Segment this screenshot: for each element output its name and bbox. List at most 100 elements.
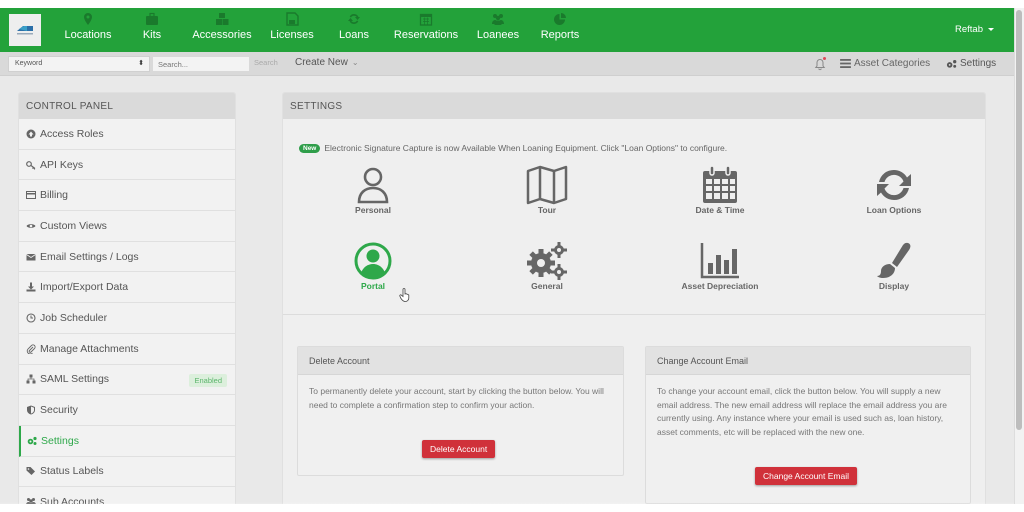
nav-label: Locations: [64, 29, 112, 41]
sidebar-item-label: Email Settings / Logs: [40, 250, 139, 263]
sidebar-item-email-settings[interactable]: Email Settings / Logs: [19, 241, 235, 273]
paperclip-icon: [26, 344, 36, 354]
tile-tour[interactable]: Tour: [467, 165, 627, 215]
tile-label: Loan Options: [866, 205, 922, 215]
sidebar-item-job-scheduler[interactable]: Job Scheduler: [19, 303, 235, 334]
nav-kits[interactable]: Kits: [140, 12, 164, 48]
settings-panel: SETTINGS New Electronic Signature Captur…: [282, 92, 986, 504]
sidebar-item-label: Custom Views: [40, 219, 107, 232]
nav-loans[interactable]: Loans: [338, 12, 370, 48]
map-marker-icon: [81, 12, 95, 26]
caret-down-icon: [988, 28, 994, 31]
announcement: New Electronic Signature Capture is now …: [299, 143, 727, 153]
create-new-dropdown[interactable]: Create New ⌄: [295, 57, 359, 68]
card-body: To permanently delete your account, star…: [309, 386, 604, 410]
toolbar: Keyword ⬍ Search Create New ⌄ Asset Cate…: [0, 52, 1014, 76]
sidebar-item-api-keys[interactable]: API Keys: [19, 149, 235, 181]
sidebar-item-status-labels[interactable]: Status Labels: [19, 456, 235, 488]
delete-account-card: Delete Account To permanently delete you…: [297, 346, 624, 476]
announcement-text: Electronic Signature Capture is now Avai…: [324, 143, 728, 153]
logo[interactable]: [9, 14, 41, 46]
cogs-icon: [946, 59, 957, 68]
tile-date-time[interactable]: Date & Time: [640, 165, 800, 215]
sidebar-item-label: Job Scheduler: [40, 311, 108, 324]
search-input[interactable]: [152, 56, 250, 72]
sidebar-item-billing[interactable]: Billing: [19, 180, 235, 212]
notifications-button[interactable]: [814, 57, 826, 71]
refresh-icon: [872, 165, 916, 205]
settings-title: SETTINGS: [283, 93, 985, 119]
calendar-icon: [698, 165, 742, 205]
eye-icon: [26, 221, 36, 231]
shield-icon: [26, 405, 36, 415]
nav-loanees[interactable]: Loanees: [476, 12, 520, 48]
logo-icon: [17, 26, 33, 35]
user-menu[interactable]: Reftab: [955, 24, 994, 35]
tile-display[interactable]: Display: [814, 241, 974, 291]
sidebar-item-label: Billing: [40, 189, 69, 202]
sidebar-item-label: SAML Settings: [40, 373, 110, 386]
scrollbar-thumb[interactable]: [1016, 10, 1022, 430]
nav-label: Loanees: [476, 29, 520, 41]
tile-label: Date & Time: [695, 205, 745, 215]
asset-categories-link[interactable]: Asset Categories: [840, 58, 930, 69]
control-panel-sidebar: CONTROL PANEL Access Roles API Keys Bill…: [18, 92, 236, 504]
nav-accessories[interactable]: Accessories: [191, 12, 253, 48]
tile-label: Personal: [355, 205, 391, 215]
tile-label: Asset Depreciation: [681, 281, 759, 291]
tile-personal[interactable]: Personal: [293, 165, 453, 215]
change-account-email-button[interactable]: Change Account Email: [755, 467, 857, 485]
sidebar-item-saml-settings[interactable]: SAML Settings Enabled: [19, 364, 235, 396]
tile-general[interactable]: General: [467, 241, 627, 291]
hand-cursor-icon: [399, 288, 410, 302]
nav-locations[interactable]: Locations: [64, 12, 112, 48]
nav-reports[interactable]: Reports: [540, 12, 580, 48]
sidebar-item-label: Import/Export Data: [40, 281, 129, 294]
cubes-icon: [215, 12, 229, 26]
nav-label: Reports: [540, 29, 580, 41]
sidebar-item-label: Manage Attachments: [40, 342, 139, 355]
tile-label: Portal: [360, 281, 386, 291]
nav-licenses[interactable]: Licenses: [270, 12, 314, 48]
tile-asset-depreciation[interactable]: Asset Depreciation: [640, 241, 800, 291]
tile-label: Display: [878, 281, 910, 291]
key-icon: [26, 160, 36, 170]
settings-link[interactable]: Settings: [946, 58, 996, 69]
search-field-select[interactable]: Keyword ⬍: [8, 56, 150, 72]
sidebar-item-manage-attachments[interactable]: Manage Attachments: [19, 333, 235, 365]
sidebar-item-custom-views[interactable]: Custom Views: [19, 211, 235, 242]
sidebar-item-settings[interactable]: Settings: [19, 425, 235, 457]
download-icon: [26, 282, 36, 292]
notification-dot: [823, 57, 826, 60]
sidebar-item-access-roles[interactable]: Access Roles: [19, 119, 235, 150]
sidebar-item-security[interactable]: Security: [19, 395, 235, 426]
envelope-icon: [26, 252, 36, 262]
clock-icon: [26, 313, 36, 323]
bottom-fade: [0, 502, 1014, 504]
user-icon: [351, 165, 395, 205]
tags-icon: [26, 466, 36, 476]
asset-categories-label: Asset Categories: [854, 58, 931, 69]
section-divider: [283, 314, 985, 315]
delete-account-button[interactable]: Delete Account: [422, 440, 496, 458]
search-button[interactable]: Search: [254, 58, 278, 67]
tile-loan-options[interactable]: Loan Options: [814, 165, 974, 215]
sidebar-item-label: Access Roles: [40, 127, 104, 140]
calendar-icon: [419, 12, 433, 26]
nav-label: Loans: [339, 29, 369, 41]
app-window: Locations Kits Accessories Licenses Loan…: [0, 8, 1014, 504]
nav-label: Accessories: [192, 29, 252, 41]
card-title: Delete Account: [298, 347, 623, 375]
tile-portal[interactable]: Portal: [293, 241, 453, 291]
user-name: Reftab: [955, 24, 983, 35]
sidebar-title: CONTROL PANEL: [19, 93, 235, 119]
sidebar-item-label: Settings: [41, 434, 79, 447]
sidebar-item-import-export[interactable]: Import/Export Data: [19, 272, 235, 304]
nav-reservations[interactable]: Reservations: [394, 12, 458, 48]
floppy-disk-icon: [285, 12, 299, 26]
refresh-icon: [347, 12, 361, 26]
list-icon: [840, 59, 851, 68]
updown-arrow-icon: ⬍: [138, 60, 144, 67]
tile-label: Tour: [537, 205, 557, 215]
sidebar-item-label: API Keys: [40, 158, 84, 171]
